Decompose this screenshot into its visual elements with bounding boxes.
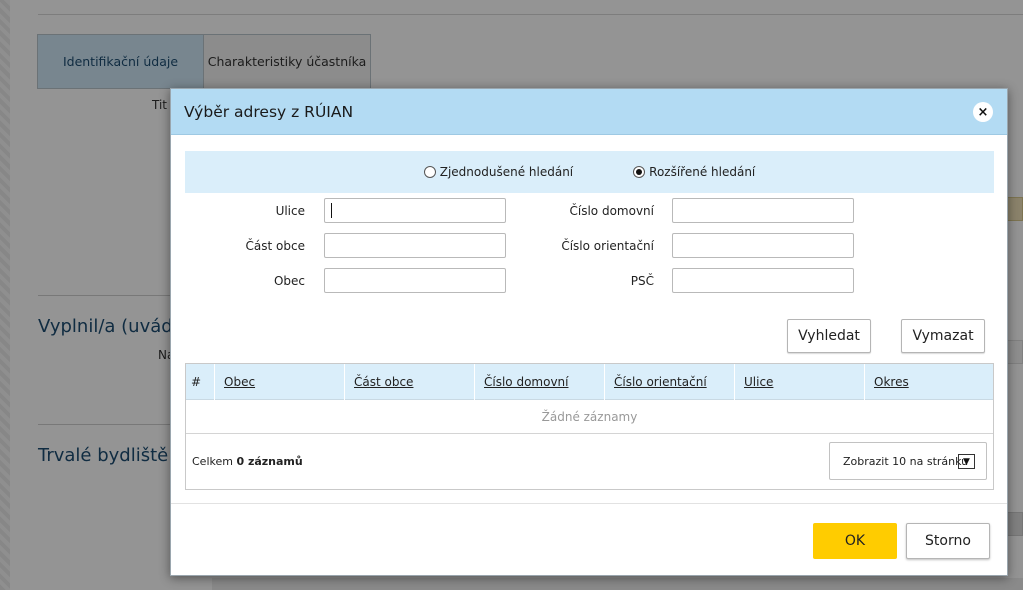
radio-advanced-search-label: Rozšířené hledání xyxy=(649,165,756,179)
radio-unchecked-icon[interactable] xyxy=(423,166,436,178)
column-header-cislo-domovni-label[interactable]: Číslo domovní xyxy=(484,375,569,389)
dialog-header: Výběr adresy z RÚIAN xyxy=(171,89,1007,135)
address-dialog: Výběr adresy z RÚIAN × Zjednodušené hled… xyxy=(170,88,1008,576)
label-cast-obce: Část obce xyxy=(245,239,305,253)
cislo-domovni-input[interactable] xyxy=(672,198,854,223)
search-button[interactable]: Vyhledat xyxy=(787,319,871,353)
dialog-title: Výběr adresy z RÚIAN xyxy=(184,102,354,121)
cislo-orientacni-input[interactable] xyxy=(672,233,854,258)
ulice-input[interactable] xyxy=(324,198,506,223)
radio-advanced-search[interactable]: Rozšířené hledání xyxy=(633,165,755,179)
column-header-cislo-orientacni-label[interactable]: Číslo orientační xyxy=(614,375,707,389)
column-header-ulice[interactable]: Ulice xyxy=(734,364,864,400)
grid-total-count: 0 záznamů xyxy=(236,455,303,468)
column-header-cast-obce-label[interactable]: Část obce xyxy=(354,375,413,389)
ok-button[interactable]: OK xyxy=(813,523,897,559)
page-size-label: Zobrazit 10 na stránku xyxy=(843,454,969,468)
dialog-footer-divider xyxy=(171,503,1007,504)
radio-checked-icon[interactable] xyxy=(633,166,646,178)
cancel-button[interactable]: Storno xyxy=(906,523,990,559)
column-header-cislo-orientacni[interactable]: Číslo orientační xyxy=(604,364,734,400)
label-psc: PSČ xyxy=(630,274,654,288)
grid-empty-message: Žádné záznamy xyxy=(186,400,993,434)
column-header-okres[interactable]: Okres xyxy=(864,364,993,400)
grid-total: Celkem 0 záznamů xyxy=(192,455,303,468)
column-header-obec-label[interactable]: Obec xyxy=(224,375,255,389)
column-header-index-label: # xyxy=(191,375,202,389)
column-header-obec[interactable]: Obec xyxy=(214,364,344,400)
page-size-select[interactable]: Zobrazit 10 na stránku ▼ xyxy=(829,442,987,480)
text-cursor xyxy=(331,203,332,218)
chevron-down-icon[interactable]: ▼ xyxy=(958,454,975,469)
grid-header: # Obec Část obce Číslo domovní Číslo ori… xyxy=(186,364,993,400)
column-header-cislo-domovni[interactable]: Číslo domovní xyxy=(474,364,604,400)
label-obec: Obec xyxy=(273,274,305,288)
radio-simple-search-label: Zjednodušené hledání xyxy=(439,165,574,179)
clear-button[interactable]: Vymazat xyxy=(901,319,985,353)
column-header-okres-label[interactable]: Okres xyxy=(874,375,909,389)
label-ulice: Ulice xyxy=(275,204,305,218)
column-header-ulice-label[interactable]: Ulice xyxy=(744,375,773,389)
radio-simple-search[interactable]: Zjednodušené hledání xyxy=(423,165,574,179)
label-cislo-domovni: Číslo domovní xyxy=(569,204,655,218)
column-header-index: # xyxy=(186,364,214,400)
grid-footer: Celkem 0 záznamů Zobrazit 10 na stránku … xyxy=(186,434,993,489)
search-mode-bar: Zjednodušené hledání Rozšířené hledání xyxy=(185,151,994,193)
label-cislo-orientacni: Číslo orientační xyxy=(561,239,654,253)
results-grid: # Obec Část obce Číslo domovní Číslo ori… xyxy=(185,363,994,490)
column-header-cast-obce[interactable]: Část obce xyxy=(344,364,474,400)
cast-obce-input[interactable] xyxy=(324,233,506,258)
grid-total-prefix: Celkem xyxy=(192,455,233,468)
psc-input[interactable] xyxy=(672,268,854,293)
close-icon[interactable]: × xyxy=(973,102,993,122)
obec-input[interactable] xyxy=(324,268,506,293)
